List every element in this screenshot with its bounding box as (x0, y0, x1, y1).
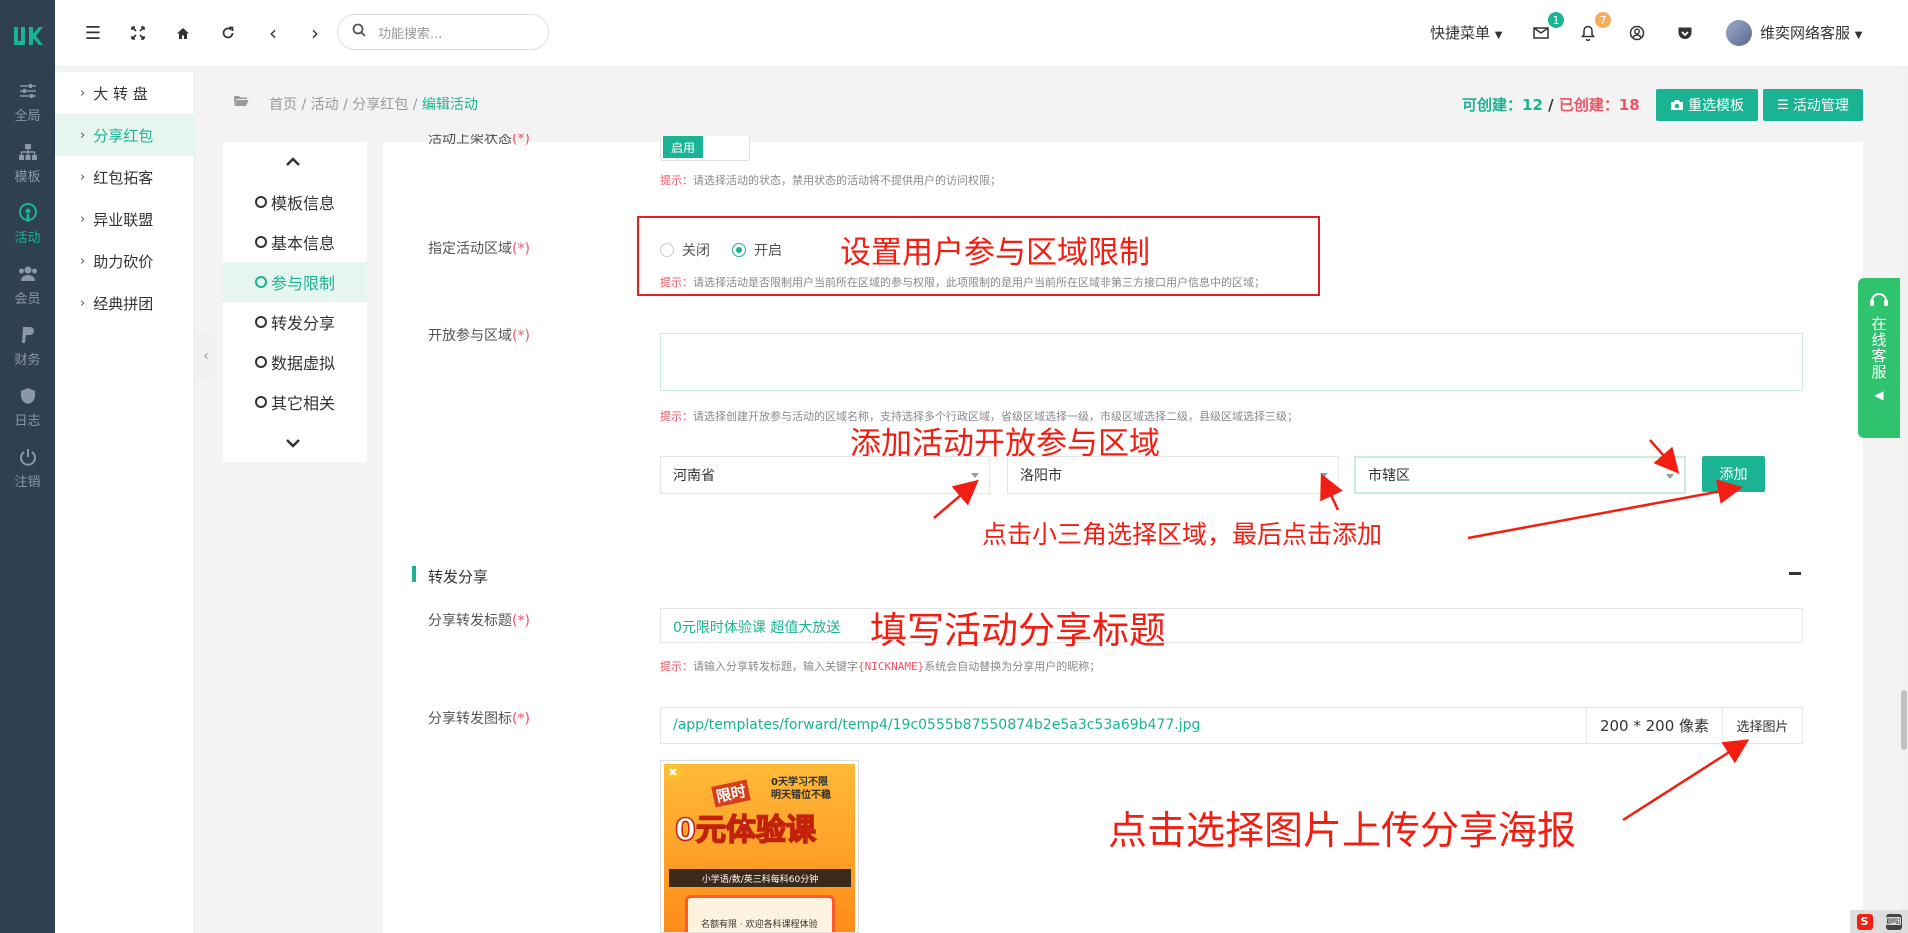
tray: S ⌨ (1850, 910, 1908, 933)
arrow-add (1467, 479, 1743, 540)
arrow-city (1320, 473, 1343, 511)
arrow-choose-image (1622, 739, 1750, 822)
arrow-district (1649, 439, 1680, 474)
arrow-province (933, 479, 979, 519)
tray-s-icon[interactable]: S (1856, 913, 1873, 930)
annotation-arrows (933, 439, 1750, 822)
tray-keyboard-icon[interactable]: ⌨ (1885, 913, 1902, 930)
